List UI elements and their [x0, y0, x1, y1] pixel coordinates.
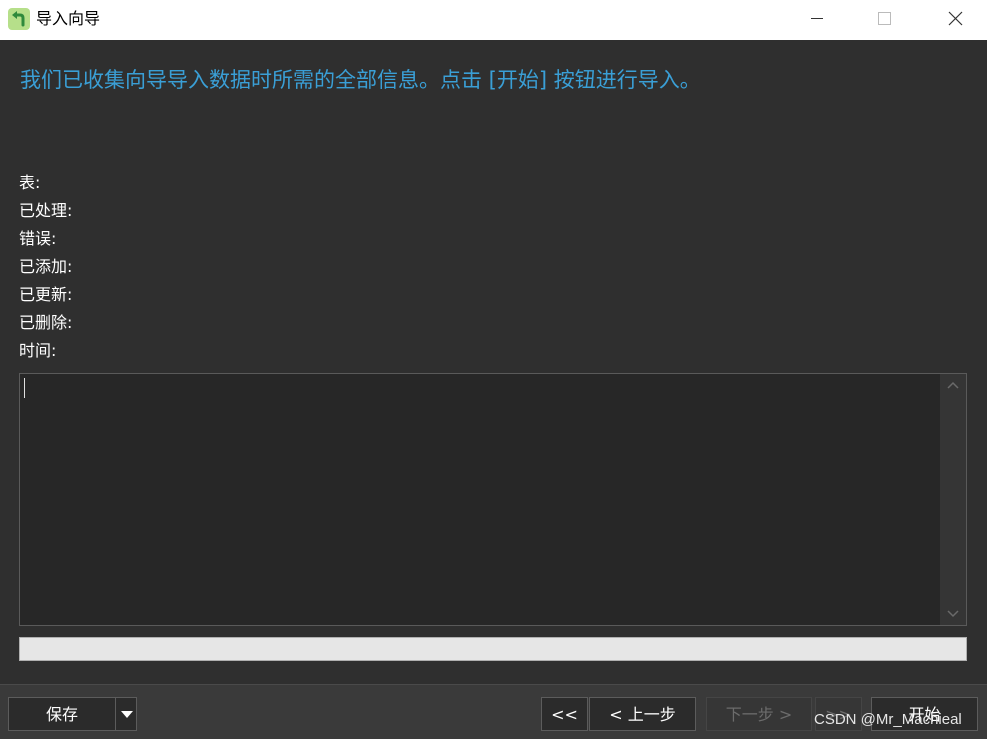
stat-errors-label: 错误:	[19, 229, 57, 248]
next-step-button[interactable]: 下一步 >	[706, 697, 812, 731]
stat-deleted-label: 已删除:	[19, 313, 73, 332]
save-dropdown-button[interactable]	[115, 697, 137, 731]
minimize-button[interactable]	[794, 0, 840, 38]
import-stats: 表: 已处理: 错误: 已添加: 已更新: 已删除: 时间:	[19, 171, 72, 367]
import-progress-bar	[19, 637, 967, 661]
stat-processed-label: 已处理:	[19, 201, 73, 220]
wizard-instruction: 我们已收集向导导入数据时所需的全部信息。点击 [开始] 按钮进行导入。	[20, 68, 701, 92]
stat-tables-label: 表:	[19, 173, 41, 192]
log-scrollbar[interactable]	[940, 374, 966, 625]
minimize-icon	[811, 18, 823, 19]
scroll-up-icon[interactable]	[946, 380, 960, 390]
stat-added-label: 已添加:	[19, 257, 73, 276]
previous-step-button[interactable]: < 上一步	[589, 697, 696, 731]
import-wizard-icon	[8, 8, 30, 30]
watermark: CSDN @Mr_Machieal	[814, 711, 962, 728]
window-title: 导入向导	[36, 9, 101, 28]
title-bar: 导入向导	[0, 0, 987, 40]
stat-time-label: 时间:	[19, 341, 57, 360]
stat-updated-label: 已更新:	[19, 285, 73, 304]
save-button[interactable]: 保存	[8, 697, 116, 731]
chevron-down-icon	[121, 711, 133, 718]
maximize-icon	[878, 12, 891, 25]
log-textarea[interactable]	[20, 374, 940, 625]
first-step-button[interactable]: <<	[541, 697, 588, 731]
text-caret	[24, 378, 25, 398]
wizard-button-bar: 保存 << < 上一步 下一步 > >> 开始 CSDN @Mr_Machiea…	[0, 684, 987, 739]
scroll-down-icon[interactable]	[946, 609, 960, 619]
log-output[interactable]	[19, 373, 967, 626]
close-button[interactable]	[932, 0, 978, 38]
close-icon	[948, 11, 963, 26]
maximize-button[interactable]	[862, 0, 908, 38]
